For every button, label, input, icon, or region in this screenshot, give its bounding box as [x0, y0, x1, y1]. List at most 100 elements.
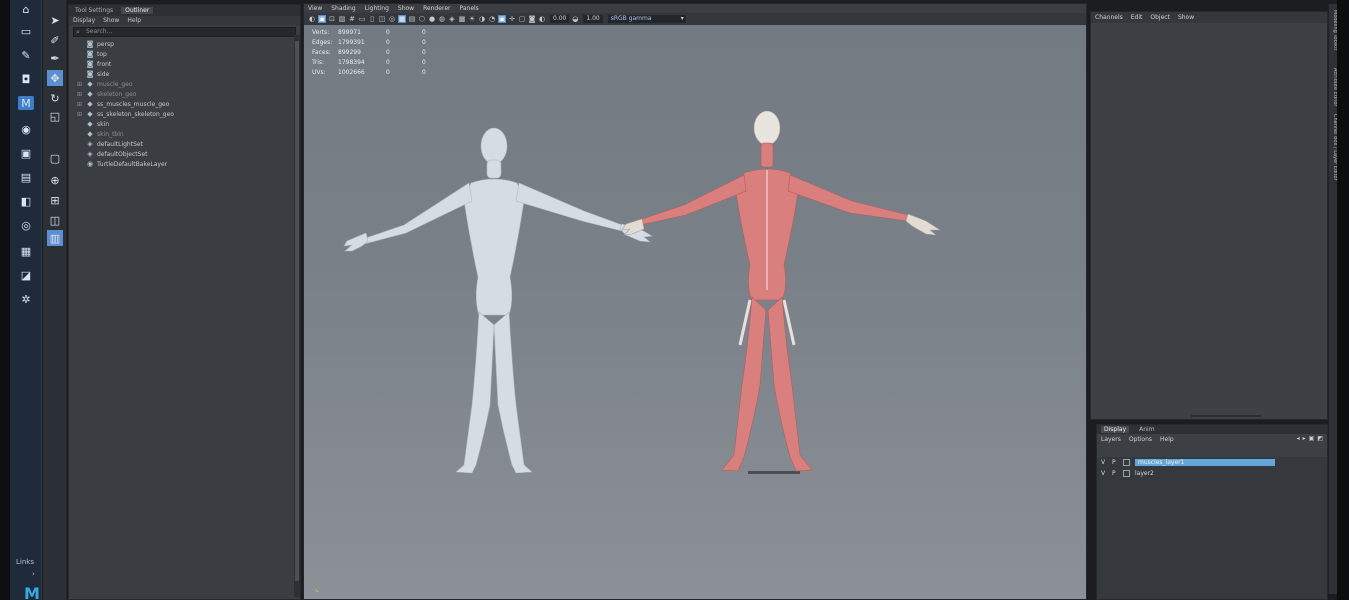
hud-icon[interactable]: ◙ — [528, 15, 536, 23]
menu-channels[interactable]: Channels — [1095, 14, 1123, 21]
paint-tool-icon[interactable]: ✒ — [47, 50, 63, 66]
camera-attributes-icon[interactable]: ▣ — [318, 15, 326, 23]
expand-icon[interactable]: ⊞ — [77, 101, 83, 108]
menu-renderer[interactable]: Renderer — [423, 5, 450, 12]
select-tool-icon[interactable]: ➤ — [47, 12, 63, 28]
rotate-tool-icon[interactable]: ↻ — [47, 90, 63, 106]
resolution-gate-icon[interactable]: ▯ — [368, 15, 376, 23]
safe-action-icon[interactable]: ▦ — [398, 15, 406, 23]
outliner-item[interactable]: ⊞ ◆ muscle_geo — [77, 79, 300, 89]
xray-icon[interactable]: ▣ — [498, 15, 506, 23]
outliner-item[interactable]: ◙ top — [77, 49, 300, 59]
scrollbar-thumb[interactable] — [295, 41, 299, 581]
film-gate-icon[interactable]: ▭ — [358, 15, 366, 23]
outliner-item[interactable]: ◉ TurtleDefaultBakeLayer — [77, 159, 300, 169]
layout-icon[interactable]: ▥ — [47, 230, 63, 246]
home-icon[interactable]: ⌂ — [18, 2, 34, 16]
outliner-item[interactable]: ⊞ ◆ ss_skeleton_skeleton_geo — [77, 109, 300, 119]
isolate-select-icon[interactable]: ▢ — [518, 15, 526, 23]
menu-show[interactable]: Show — [103, 17, 119, 24]
outliner-item[interactable]: ◙ front — [77, 59, 300, 69]
cart-icon[interactable]: ▤ — [18, 170, 34, 184]
four-view-icon[interactable]: ⊞ — [47, 192, 63, 208]
two-view-icon[interactable]: ◫ — [47, 212, 63, 228]
tab-display[interactable]: Display — [1101, 426, 1130, 433]
layer-name[interactable]: layer2 — [1135, 470, 1154, 477]
outliner-search-input[interactable]: ⌕ Search... — [73, 27, 296, 37]
expand-icon[interactable]: ⊞ — [77, 111, 83, 118]
menu-layers[interactable]: Layers — [1101, 436, 1121, 443]
color-space-select[interactable]: sRGB gamma ▾ — [607, 15, 686, 23]
outliner-item[interactable]: ◙ persp — [77, 39, 300, 49]
image-plane-icon[interactable]: ▨ — [338, 15, 346, 23]
smooth-shade-icon[interactable]: ● — [428, 15, 436, 23]
layer-playback-toggle[interactable]: P — [1112, 470, 1118, 477]
mail-icon[interactable]: ◪ — [18, 268, 34, 282]
menu-shading[interactable]: Shading — [331, 5, 355, 12]
default-material-icon[interactable]: ◍ — [438, 15, 446, 23]
wireframe-on-shaded-icon[interactable]: ◈ — [448, 15, 456, 23]
menu-view[interactable]: View — [308, 5, 322, 12]
move-layer-down-icon[interactable]: ▸ — [1303, 435, 1306, 442]
menu-help[interactable]: Help — [1160, 436, 1174, 443]
panel-resize-handle[interactable] — [1191, 415, 1261, 417]
edit-icon[interactable]: ✎ — [18, 48, 34, 62]
lasso-tool-icon[interactable]: ✐ — [47, 32, 63, 48]
globe-icon[interactable]: ◉ — [18, 122, 34, 136]
outliner-item[interactable]: ⊞ ◆ skeleton_geo — [77, 89, 300, 99]
layer-playback-toggle[interactable]: P — [1112, 459, 1118, 466]
menu-help[interactable]: Help — [127, 17, 141, 24]
layer-name[interactable]: muscles_layer1 — [1135, 459, 1275, 466]
ambient-occlusion-icon[interactable]: ◔ — [488, 15, 496, 23]
monitor-icon[interactable]: ▣ — [18, 146, 34, 160]
gamma-field[interactable]: 1.00 — [583, 15, 603, 23]
snap-icon[interactable]: ⊕ — [47, 172, 63, 188]
menu-object[interactable]: Object — [1150, 14, 1170, 21]
outliner-item[interactable]: ◈ defaultLightSet — [77, 139, 300, 149]
menu-display[interactable]: Display — [73, 17, 95, 24]
layer-color-swatch[interactable] — [1123, 470, 1130, 477]
settings-icon[interactable]: ◧ — [18, 194, 34, 208]
grid-icon[interactable]: # — [348, 15, 356, 23]
field-chart-icon[interactable]: ◎ — [388, 15, 396, 23]
new-layer-icon[interactable]: ▣ — [1309, 435, 1315, 442]
outliner-item[interactable]: ◈ defaultObjectSet — [77, 149, 300, 159]
folder-icon[interactable]: ▭ — [18, 24, 34, 38]
layer-color-swatch[interactable] — [1123, 459, 1130, 466]
layer-row[interactable]: V Pmuscles_layer1 — [1097, 457, 1327, 468]
textured-icon[interactable]: ▩ — [458, 15, 466, 23]
expand-icon[interactable]: ⊞ — [77, 81, 83, 88]
wireframe-icon[interactable]: ⬡ — [418, 15, 426, 23]
muscle-model[interactable] — [621, 110, 942, 472]
exposure-field[interactable]: 0.00 — [550, 15, 570, 23]
store-icon[interactable]: ◘ — [18, 72, 34, 86]
xray-joints-icon[interactable]: ✛ — [508, 15, 516, 23]
outliner-item[interactable]: ◆ skin — [77, 119, 300, 129]
layer-visibility-toggle[interactable]: V — [1101, 459, 1107, 466]
chat-icon[interactable]: ◎ — [18, 218, 34, 232]
outliner-item[interactable]: ◙ side — [77, 69, 300, 79]
new-layer-selected-icon[interactable]: ◩ — [1317, 435, 1323, 442]
menu-show[interactable]: Show — [1178, 14, 1194, 21]
scale-tool-icon[interactable]: ◱ — [47, 108, 63, 124]
tab-outliner[interactable]: Outliner — [121, 7, 154, 14]
outliner-item[interactable]: ⊞ ◆ ss_muscles_muscle_geo — [77, 99, 300, 109]
maya-app-icon[interactable]: M — [18, 96, 34, 110]
viewport-scene[interactable]: Verts: 899971 0 0 Edges: 1799391 0 0 Faces: 89929… — [304, 25, 1086, 599]
move-layer-up-icon[interactable]: ◂ — [1297, 435, 1300, 442]
expand-icon[interactable]: ⊞ — [77, 91, 83, 98]
gate-mask-icon[interactable]: ◫ — [378, 15, 386, 23]
layer-row[interactable]: V Player2 — [1097, 468, 1327, 479]
menu-lighting[interactable]: Lighting — [365, 5, 389, 12]
skin-model[interactable] — [343, 127, 653, 474]
tab-tool-settings[interactable]: Tool Settings — [75, 7, 113, 14]
safe-title-icon[interactable]: ▤ — [408, 15, 416, 23]
menu-options[interactable]: Options — [1129, 436, 1152, 443]
outliner-scrollbar[interactable] — [294, 35, 300, 597]
links-label[interactable]: Links — [16, 558, 34, 566]
menu-panels[interactable]: Panels — [459, 5, 478, 12]
camera-select-icon[interactable]: ◐ — [308, 15, 316, 23]
menu-edit[interactable]: Edit — [1131, 14, 1143, 21]
move-tool-icon[interactable]: ✥ — [47, 70, 63, 86]
menu-show[interactable]: Show — [398, 5, 414, 12]
